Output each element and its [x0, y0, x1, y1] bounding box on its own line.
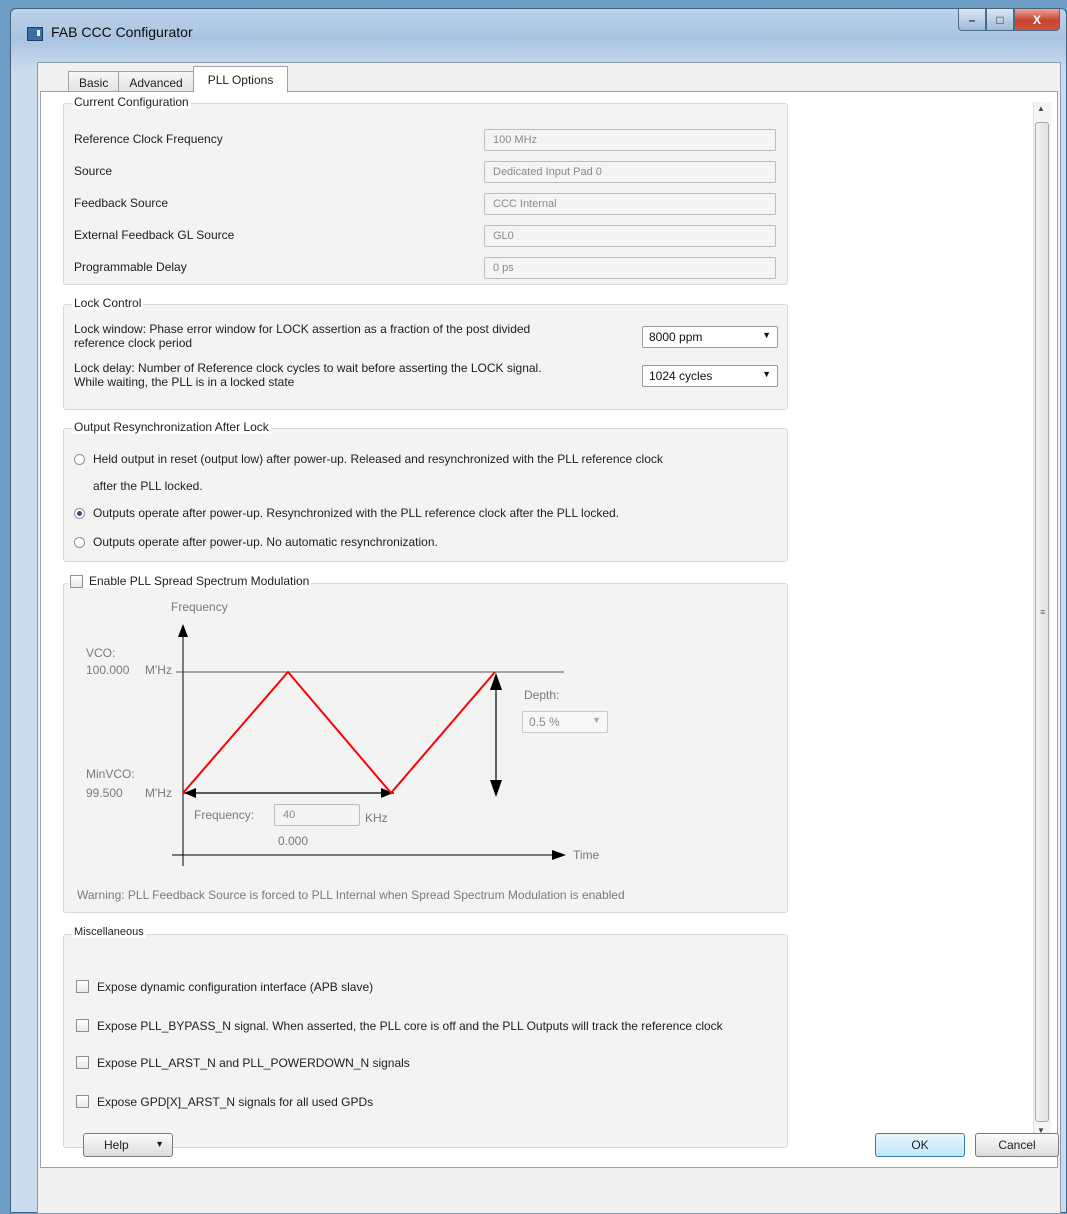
resync-option-label: Outputs operate after power-up. No autom…	[93, 535, 438, 549]
pll-bypass-checkbox[interactable]	[76, 1019, 89, 1032]
modulation-frequency-input[interactable]: 40	[274, 804, 360, 826]
spread-spectrum-diagram	[172, 624, 566, 866]
apb-slave-label[interactable]: Expose dynamic configuration interface (…	[97, 980, 373, 994]
min-vco-value: 99.500	[86, 786, 123, 800]
tab-pll-options[interactable]: PLL Options	[192, 66, 289, 93]
radio-button-selected[interactable]	[74, 507, 85, 519]
spread-spectrum-group: Enable PLL Spread Spectrum Modulation Fr…	[63, 574, 788, 913]
source-field: Dedicated Input Pad 0	[484, 161, 776, 183]
grip-icon: ≡	[1040, 607, 1046, 617]
radio-button[interactable]	[74, 536, 85, 548]
lock-control-group: Lock Control Lock window: Phase error wi…	[63, 296, 788, 410]
output-resync-legend: Output Resynchronization After Lock	[72, 420, 271, 434]
lock-delay-select[interactable]: 1024 cycles ▼	[642, 365, 778, 387]
chevron-down-icon: ▼	[592, 715, 601, 725]
vco-value: 100.000	[86, 663, 130, 677]
current-configuration-group: Current Configuration Reference Clock Fr…	[63, 95, 788, 285]
vertical-scrollbar[interactable]: ▲ ≡ ▼	[1033, 102, 1051, 1142]
lock-delay-value: 1024 cycles	[649, 369, 713, 383]
depth-label: Depth:	[524, 688, 560, 702]
lock-window-value: 8000 ppm	[649, 330, 703, 344]
lock-window-select[interactable]: 8000 ppm ▼	[642, 326, 778, 348]
modulation-waveform	[182, 670, 496, 795]
resync-option-resynchronized[interactable]: Outputs operate after power-up. Resynchr…	[74, 506, 619, 520]
tab-advanced[interactable]: Advanced	[118, 71, 194, 93]
ref-clock-frequency-field: 100 MHz	[484, 129, 776, 151]
dialog-footer: Help ▼ OK Cancel	[37, 1113, 1061, 1173]
min-vco-unit: M'Hz	[145, 786, 172, 800]
radio-button[interactable]	[74, 453, 85, 465]
external-feedback-field: GL0	[484, 225, 776, 247]
lock-delay-text-1: Lock delay: Number of Reference clock cy…	[74, 361, 542, 375]
gpd-arst-label[interactable]: Expose GPD[X]_ARST_N signals for all use…	[97, 1095, 373, 1109]
frequency-unit: KHz	[365, 811, 388, 825]
resync-option-no-resync[interactable]: Outputs operate after power-up. No autom…	[74, 535, 438, 549]
lock-delay-text-2: While waiting, the PLL is in a locked st…	[74, 375, 295, 389]
lock-window-text-1: Lock window: Phase error window for LOCK…	[74, 322, 531, 336]
depth-select[interactable]: 0.5 % ▼	[522, 711, 608, 733]
depth-value: 0.5 %	[529, 715, 560, 729]
close-button[interactable]: X	[1014, 9, 1060, 31]
external-feedback-label: External Feedback GL Source	[74, 228, 235, 242]
vco-unit: M'Hz	[145, 663, 172, 677]
miscellaneous-legend: Miscellaneous	[72, 926, 146, 938]
spread-spectrum-warning: Warning: PLL Feedback Source is forced t…	[77, 888, 625, 902]
maximize-button[interactable]: □	[986, 9, 1014, 31]
app-icon	[27, 27, 43, 41]
frequency-readout: 0.000	[278, 834, 309, 848]
resync-option-label: Outputs operate after power-up. Resynchr…	[93, 506, 620, 520]
programmable-delay-field: 0 ps	[484, 257, 776, 279]
pll-arst-checkbox[interactable]	[76, 1056, 89, 1069]
chevron-down-icon: ▼	[155, 1139, 164, 1149]
title-bar[interactable]: FAB CCC Configurator – □ X	[11, 9, 1066, 57]
resync-option-held-reset[interactable]: Held output in reset (output low) after …	[74, 452, 663, 466]
current-configuration-legend: Current Configuration	[72, 95, 191, 109]
help-button[interactable]: Help ▼	[83, 1133, 173, 1157]
ok-button[interactable]: OK	[875, 1133, 965, 1157]
chevron-down-icon: ▼	[762, 330, 771, 340]
scrollbar-thumb[interactable]: ≡	[1035, 122, 1049, 1122]
scroll-up-icon[interactable]: ▲	[1037, 104, 1045, 113]
pll-arst-label[interactable]: Expose PLL_ARST_N and PLL_POWERDOWN_N si…	[97, 1056, 410, 1070]
tab-bar: Basic Advanced PLL Options	[68, 66, 289, 93]
frequency-axis-label: Frequency	[171, 600, 228, 614]
feedback-source-field: CCC Internal	[484, 193, 776, 215]
window-title: FAB CCC Configurator	[51, 24, 193, 40]
apb-slave-checkbox[interactable]	[76, 980, 89, 993]
time-axis-label: Time	[573, 848, 600, 862]
pll-options-panel: Current Configuration Reference Clock Fr…	[40, 91, 1058, 1168]
source-label: Source	[74, 164, 113, 178]
frequency-field-label: Frequency:	[194, 808, 255, 822]
resync-option-label-continued: after the PLL locked.	[93, 479, 203, 493]
gpd-arst-checkbox[interactable]	[76, 1095, 89, 1108]
ref-clock-frequency-label: Reference Clock Frequency	[74, 132, 223, 146]
resync-option-label: Held output in reset (output low) after …	[93, 452, 663, 466]
vco-label: VCO:	[86, 646, 116, 660]
help-label: Help	[104, 1138, 129, 1152]
minimize-button[interactable]: –	[958, 9, 986, 31]
programmable-delay-label: Programmable Delay	[74, 260, 187, 274]
lock-control-legend: Lock Control	[72, 296, 144, 310]
cancel-button[interactable]: Cancel	[975, 1133, 1059, 1157]
output-resync-group: Output Resynchronization After Lock Held…	[63, 420, 788, 562]
tab-basic[interactable]: Basic	[68, 71, 120, 93]
lock-window-text-2: reference clock period	[74, 336, 193, 350]
pll-bypass-label[interactable]: Expose PLL_BYPASS_N signal. When asserte…	[97, 1019, 723, 1033]
dialog-body: Basic Advanced PLL Options Current Confi…	[37, 62, 1061, 1214]
app-window: FAB CCC Configurator – □ X Basic Advance…	[10, 8, 1067, 1214]
feedback-source-label: Feedback Source	[74, 196, 169, 210]
min-vco-label: MinVCO:	[86, 767, 135, 781]
chevron-down-icon: ▼	[762, 369, 771, 379]
